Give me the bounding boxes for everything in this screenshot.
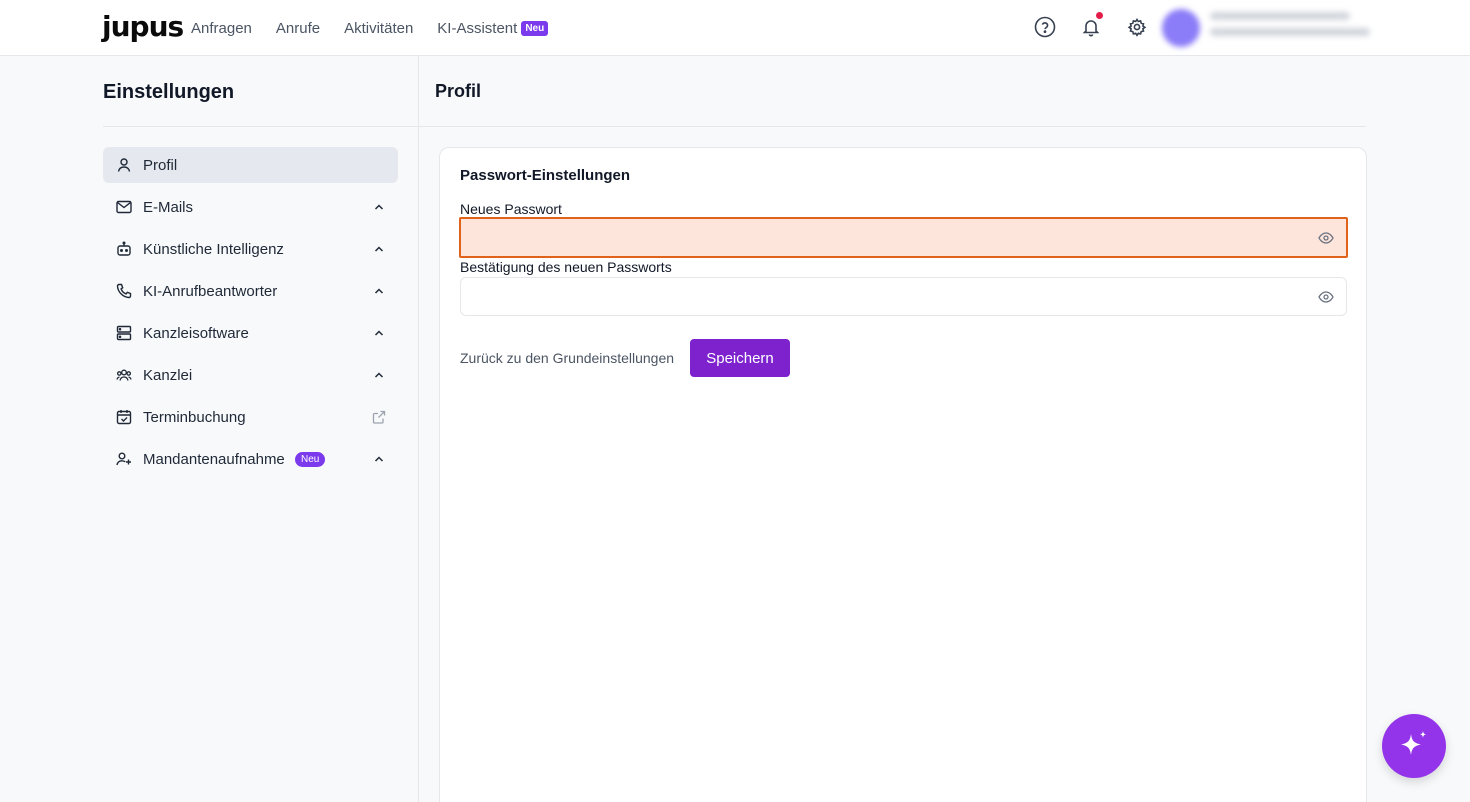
save-button[interactable]: Speichern (690, 339, 790, 377)
sidebar-item-label: Terminbuchung (143, 409, 246, 426)
settings-sidebar: Einstellungen Profil E-Mails Künstliche … (0, 56, 419, 802)
nav-aktivitaeten[interactable]: Aktivitäten (344, 20, 413, 37)
external-link-icon[interactable] (372, 410, 386, 424)
notification-dot (1096, 12, 1103, 19)
sidebar-item-kanzlei[interactable]: Kanzlei (103, 357, 398, 393)
new-password-input[interactable] (461, 219, 1346, 256)
chevron-up-icon[interactable] (372, 242, 386, 256)
new-password-label: Neues Passwort (460, 201, 562, 217)
divider (103, 126, 419, 127)
sidebar-item-label: Kanzleisoftware (143, 325, 249, 342)
user-info-redacted[interactable] (1210, 12, 1370, 42)
card-title: Passwort-Einstellungen (460, 167, 631, 184)
gear-icon[interactable] (1126, 16, 1148, 38)
calendar-check-icon (115, 408, 133, 426)
new-password-field[interactable] (459, 217, 1348, 258)
nav-anfragen[interactable]: Anfragen (191, 20, 252, 37)
nav-anrufe-label: Anrufe (275, 19, 321, 37)
nav-aktivitaeten-label: Aktivitäten (344, 19, 414, 37)
phone-icon (115, 282, 133, 300)
sidebar-item-profil[interactable]: Profil (103, 147, 398, 183)
sparkle-icon (1401, 731, 1427, 755)
jupus-logo[interactable]: jupus (102, 10, 184, 44)
sidebar-item-label: Profil (143, 157, 178, 174)
sidebar-item-ki-anrufbeantworter[interactable]: KI-Anrufbeantworter (103, 273, 398, 309)
nav-ki-assistent-label: KI-Assistent (437, 19, 518, 37)
confirm-password-label: Bestätigung des neuen Passworts (460, 259, 672, 275)
sidebar-item-emails[interactable]: E-Mails (103, 189, 398, 225)
ai-assistant-fab[interactable] (1382, 714, 1446, 778)
chevron-up-icon[interactable] (372, 368, 386, 382)
user-icon (115, 156, 133, 174)
chevron-up-icon[interactable] (372, 326, 386, 340)
sidebar-item-terminbuchung[interactable]: Terminbuchung (103, 399, 398, 435)
main-nav: Anfragen Anrufe Aktivitäten KI-Assistent… (191, 0, 549, 56)
back-to-basic-settings-link[interactable]: Zurück zu den Grundeinstellungen (460, 350, 674, 366)
new-badge: Neu (295, 452, 326, 467)
settings-title: Einstellungen (103, 81, 235, 103)
eye-icon[interactable] (1318, 231, 1334, 245)
new-badge: Neu (521, 20, 549, 36)
confirm-password-field[interactable] (460, 277, 1347, 316)
chevron-up-icon[interactable] (372, 284, 386, 298)
chevron-up-icon[interactable] (372, 200, 386, 214)
password-settings-card: Passwort-Einstellungen Neues Passwort Be… (439, 147, 1367, 802)
user-avatar[interactable] (1162, 9, 1200, 47)
help-circle-icon[interactable] (1034, 16, 1056, 38)
top-navbar: jupus Anfragen Anrufe Aktivitäten KI-Ass… (0, 0, 1470, 56)
eye-icon[interactable] (1318, 290, 1334, 304)
divider (419, 126, 1366, 127)
user-plus-icon (115, 450, 133, 468)
sidebar-item-label: KI-Anrufbeantworter (143, 283, 278, 300)
sidebar-item-mandantenaufnahme[interactable]: Mandantenaufnahme Neu (103, 441, 398, 477)
server-icon (115, 324, 133, 342)
users-icon (115, 366, 133, 384)
page-title: Profil (435, 81, 482, 101)
mail-icon (115, 198, 133, 216)
sidebar-item-label: Mandantenaufnahme (143, 451, 285, 468)
sidebar-item-label: Künstliche Intelligenz (143, 241, 284, 258)
nav-anrufe[interactable]: Anrufe (276, 20, 320, 37)
sidebar-item-kuenstliche-intelligenz[interactable]: Künstliche Intelligenz (103, 231, 398, 267)
nav-anfragen-label: Anfragen (191, 19, 252, 37)
nav-ki-assistent[interactable]: KI-Assistent Neu (437, 19, 549, 37)
sidebar-item-label: E-Mails (143, 199, 194, 216)
bell-icon[interactable] (1080, 12, 1103, 38)
chevron-up-icon[interactable] (372, 452, 386, 466)
sidebar-item-kanzleisoftware[interactable]: Kanzleisoftware (103, 315, 398, 351)
sidebar-item-label: Kanzlei (143, 367, 193, 384)
confirm-password-input[interactable] (461, 278, 1346, 315)
header-actions (1034, 12, 1148, 38)
robot-icon (115, 240, 133, 258)
